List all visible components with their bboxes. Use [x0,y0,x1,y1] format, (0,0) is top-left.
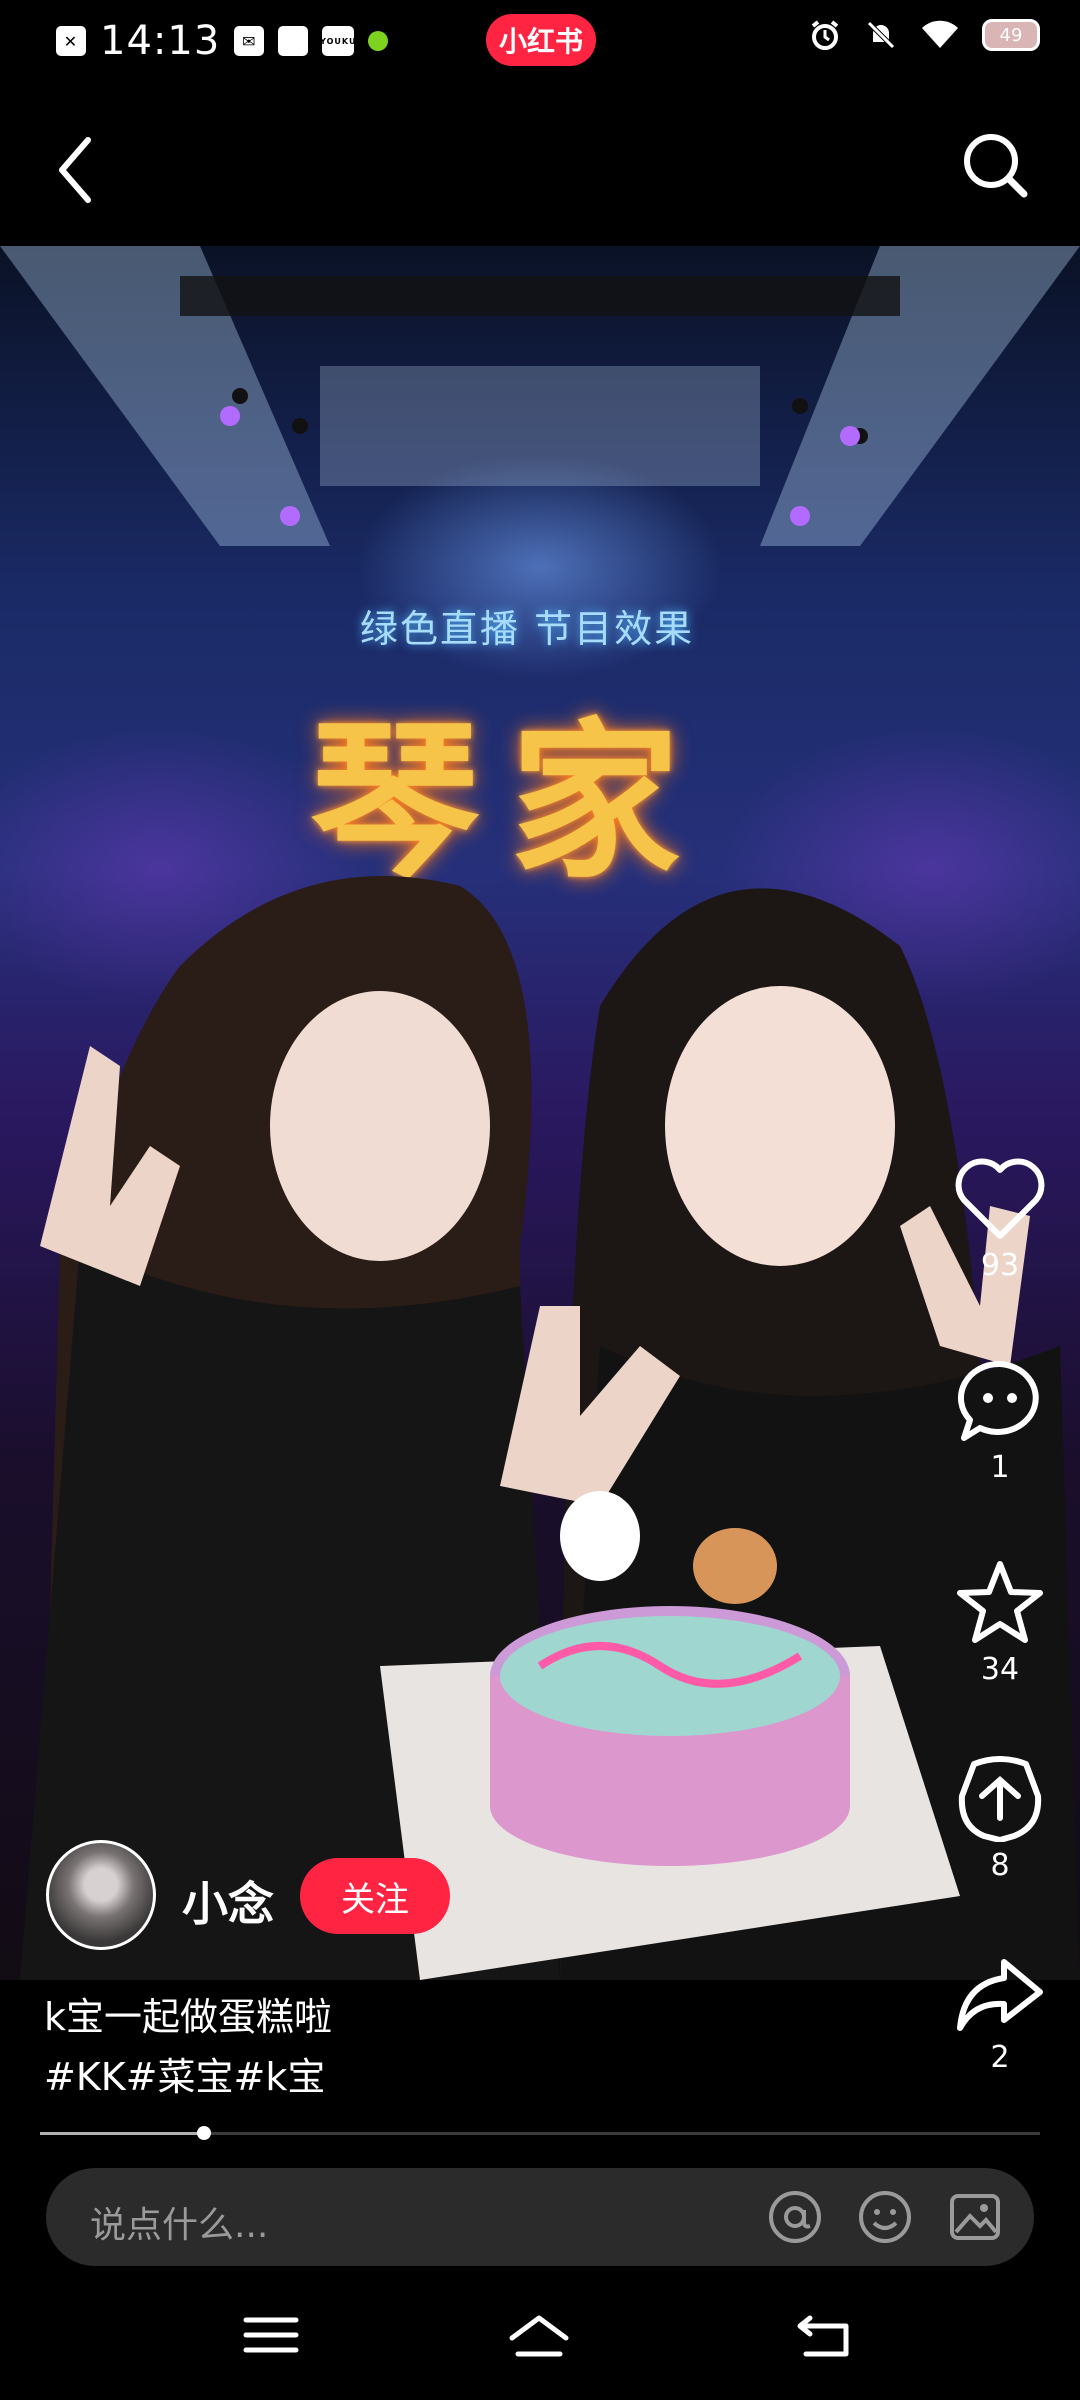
emoji-icon[interactable] [856,2188,914,2246]
app-icon [278,26,309,56]
return-icon[interactable] [790,2300,860,2370]
share-dialog-count: 8 [990,1848,1010,1883]
star-icon[interactable] [954,1558,1046,1646]
video-subjects-graphic [20,876,1080,1980]
mail-icon: ✉ [234,26,265,56]
comment-action[interactable]: 1 [940,1358,1060,1485]
comment-count: 1 [990,1450,1010,1485]
status-left: ✕ 14:13 ✉ YOUKU [56,18,389,64]
home-icon[interactable] [504,2300,574,2370]
status-bar: ✕ 14:13 ✉ YOUKU 小红书 49 [0,0,1080,90]
close-notification-icon: ✕ [56,26,86,56]
active-indicator-icon [368,31,389,51]
image-icon[interactable] [946,2188,1004,2246]
playback-progress-handle[interactable] [197,2126,211,2140]
video-player[interactable]: 绿色直播 节目效果 琴家 [0,246,1080,1980]
author-name[interactable]: 小念 [182,1868,274,1934]
favorite-count: 34 [980,1652,1020,1687]
menu-icon[interactable] [236,2300,306,2370]
share-dialog-icon[interactable] [954,1756,1046,1842]
heart-icon[interactable] [954,1158,1046,1242]
back-icon[interactable] [50,130,100,210]
at-icon[interactable] [766,2188,824,2246]
app-brand-badge: 小红书 [486,14,596,66]
youku-icon: YOUKU [320,26,355,56]
like-count: 93 [980,1248,1020,1283]
playback-progress-fill [40,2132,204,2135]
share-action[interactable]: 2 [940,1954,1060,2075]
mute-icon [867,21,895,49]
status-right: 49 [808,18,1040,52]
search-icon[interactable] [960,130,1030,200]
alarm-icon [811,20,839,50]
author-avatar[interactable] [46,1840,156,1950]
follow-button[interactable]: 关注 [300,1858,450,1934]
comment-icon[interactable] [954,1358,1046,1444]
share-count: 2 [990,2040,1010,2075]
share-dialog-action[interactable]: 8 [940,1756,1060,1883]
battery-indicator: 49 [982,19,1040,51]
status-time: 14:13 [100,18,221,64]
wifi-icon [922,20,958,48]
post-caption: k宝一起做蛋糕啦 [44,1995,333,2039]
favorite-action[interactable]: 34 [940,1558,1060,1687]
share-icon[interactable] [954,1954,1046,2034]
post-hashtags[interactable]: #KK#菜宝#k宝 [44,2046,325,2101]
like-action[interactable]: 93 [940,1158,1060,1283]
comment-input-placeholder[interactable]: 说点什么... [90,2196,268,2248]
